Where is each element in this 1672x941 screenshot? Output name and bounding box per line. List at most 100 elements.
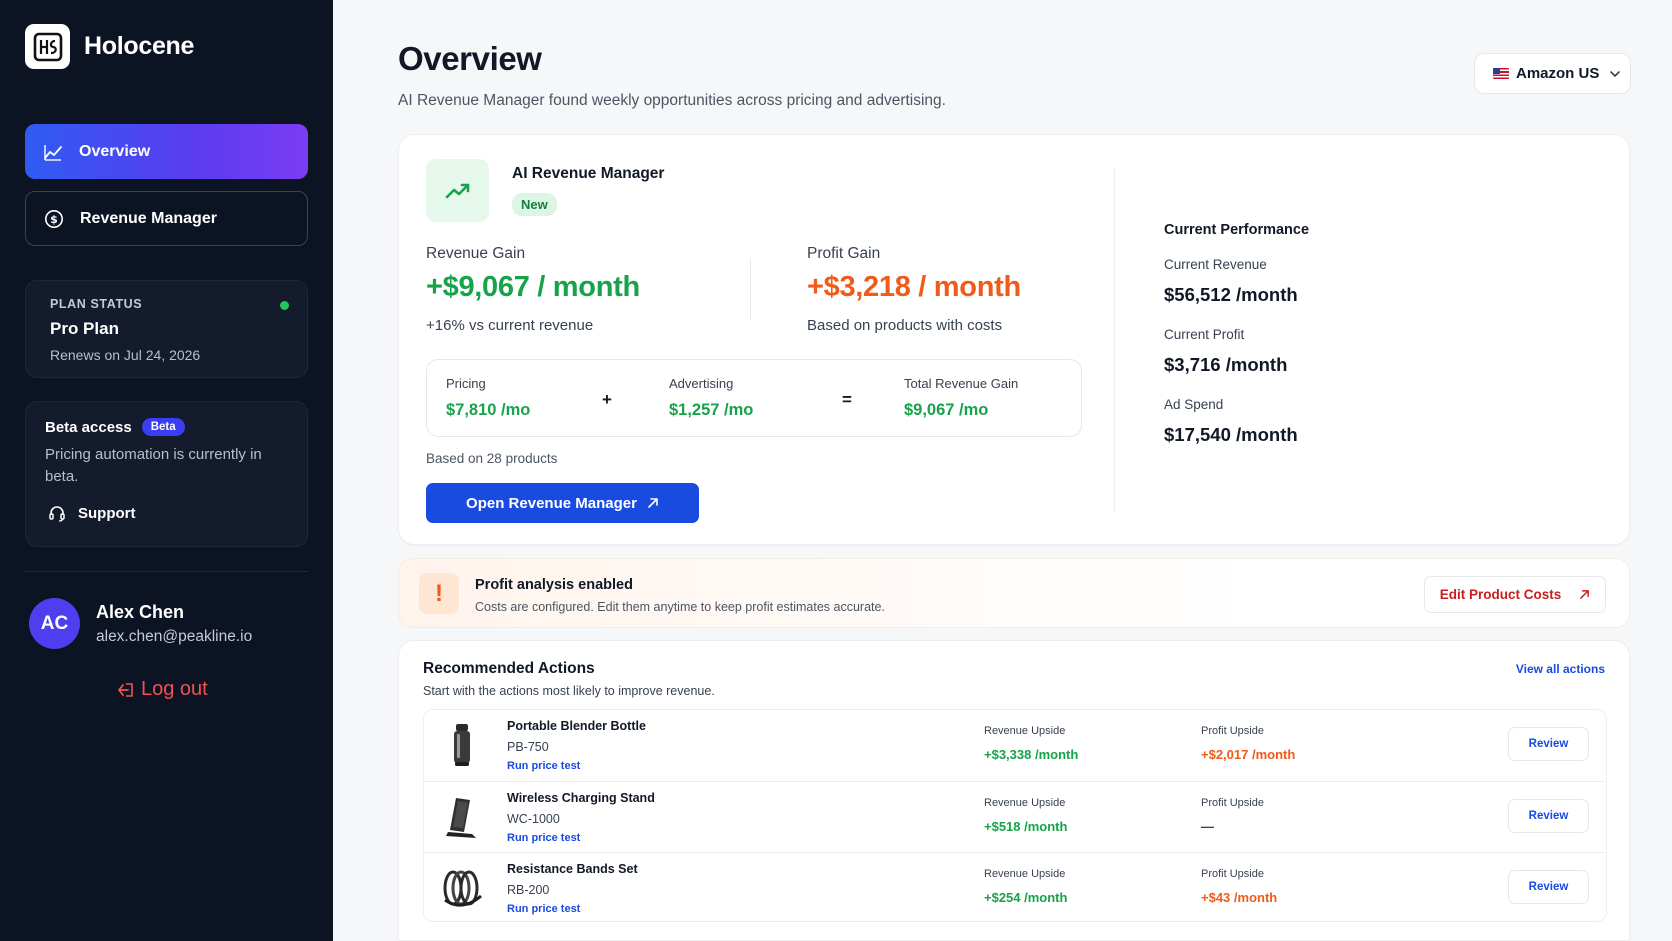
revenue-gain-value: +$9,067 / month <box>426 271 640 303</box>
logout-label: Log out <box>141 678 208 700</box>
open-revenue-manager-button[interactable]: Open Revenue Manager <box>426 483 699 523</box>
product-name: Resistance Bands Set <box>507 862 638 876</box>
plan-name: Pro Plan <box>50 319 119 338</box>
sidebar-item-label: Revenue Manager <box>80 209 217 227</box>
review-button[interactable]: Review <box>1508 727 1589 761</box>
profit-upside-label: Profit Upside <box>1201 797 1264 809</box>
revenue-manager-card: AI Revenue Manager New Revenue Gain +$9,… <box>398 134 1630 545</box>
profit-upside-label: Profit Upside <box>1201 725 1264 737</box>
marketplace-select[interactable]: Amazon US <box>1474 53 1631 94</box>
profit-analysis-banner: ! Profit analysis enabled Costs are conf… <box>398 558 1630 628</box>
profit-analysis-subtitle: Costs are configured. Edit them anytime … <box>475 600 885 614</box>
beta-description: Pricing automation is currently in beta. <box>45 446 262 485</box>
recommended-actions-card: Recommended Actions Start with the actio… <box>398 640 1630 941</box>
page-title: Overview <box>398 40 542 77</box>
sidebar: Holocene Overview $ Revenue Manager PLAN… <box>0 0 333 941</box>
holocene-logo-icon <box>25 24 70 69</box>
trend-chart-icon <box>44 144 62 161</box>
revenue-upside-value: +$3,338 /month <box>984 747 1079 762</box>
blender-bottle-image <box>438 721 486 769</box>
ad-spend-label: Ad Spend <box>1164 397 1224 412</box>
sidebar-item-label: Overview <box>79 142 151 160</box>
dollar-circle-icon: $ <box>45 209 63 228</box>
view-all-actions-link[interactable]: View all actions <box>1516 662 1605 676</box>
product-name: Wireless Charging Stand <box>507 791 655 805</box>
review-button[interactable]: Review <box>1508 799 1589 833</box>
support-label: Support <box>78 504 136 522</box>
total-gain-label: Total Revenue Gain <box>904 376 1019 391</box>
revenue-upside-value: +$518 /month <box>984 819 1068 834</box>
run-price-test-link[interactable]: Run price test <box>507 760 580 772</box>
beta-access-title: Beta access <box>45 418 132 436</box>
sidebar-item-revenue-manager[interactable]: $ Revenue Manager <box>25 191 308 246</box>
revenue-upside-label: Revenue Upside <box>984 725 1066 737</box>
run-price-test-link[interactable]: Run price test <box>507 903 580 915</box>
sidebar-item-overview[interactable]: Overview <box>25 124 308 179</box>
svg-text:$: $ <box>50 213 58 226</box>
current-profit-value: $3,716 /month <box>1164 354 1288 375</box>
trend-up-icon <box>426 159 489 222</box>
profit-upside-value: +$2,017 /month <box>1201 747 1296 762</box>
revenue-upside-value: +$254 /month <box>984 890 1068 905</box>
profit-gain-label: Profit Gain <box>807 245 881 262</box>
exclamation-icon: ! <box>419 573 459 614</box>
pricing-value: $7,810 /mo <box>446 401 531 419</box>
plus-sign: + <box>602 390 612 409</box>
logout-button[interactable]: Log out <box>117 678 208 701</box>
profit-upside-label: Profit Upside <box>1201 868 1264 880</box>
product-name: Portable Blender Bottle <box>507 719 646 733</box>
external-arrow-icon <box>1580 590 1590 599</box>
gain-divider <box>750 259 751 319</box>
total-gain-value: $9,067 /mo <box>904 401 989 419</box>
run-price-test-link[interactable]: Run price test <box>507 832 580 844</box>
advertising-value: $1,257 /mo <box>669 401 754 419</box>
support-link[interactable]: Support <box>45 504 307 522</box>
revenue-breakdown: Pricing $7,810 /mo + Advertising $1,257 … <box>426 359 1082 437</box>
product-sku: RB-200 <box>507 883 550 897</box>
new-badge: New <box>512 193 557 216</box>
card-divider <box>1114 167 1115 513</box>
plan-status-card: PLAN STATUS Pro Plan Renews on Jul 24, 2… <box>25 280 308 378</box>
advertising-label: Advertising <box>669 376 734 391</box>
marketplace-label: Amazon US <box>1516 65 1600 82</box>
headset-icon <box>49 506 65 522</box>
product-sku: WC-1000 <box>507 812 560 826</box>
profit-upside-value: — <box>1201 819 1214 834</box>
chevron-down-icon <box>1610 71 1620 78</box>
profit-upside-value: +$43 /month <box>1201 890 1278 905</box>
brand[interactable]: Holocene <box>25 24 194 69</box>
brand-name: Holocene <box>84 32 195 60</box>
current-revenue-label: Current Revenue <box>1164 257 1267 272</box>
beta-access-card: Beta access Beta Pricing automation is c… <box>25 401 308 547</box>
avatar: AC <box>29 598 80 649</box>
revenue-gain-label: Revenue Gain <box>426 245 526 262</box>
sidebar-divider <box>25 571 308 572</box>
pricing-label: Pricing <box>446 376 486 391</box>
beta-badge: Beta <box>141 418 185 436</box>
page-subtitle: AI Revenue Manager found weekly opportun… <box>398 92 946 109</box>
review-button[interactable]: Review <box>1508 870 1589 904</box>
edit-product-costs-label: Edit Product Costs <box>1439 587 1562 602</box>
logout-arrow-icon <box>118 682 133 697</box>
open-revenue-manager-label: Open Revenue Manager <box>466 494 637 512</box>
charging-stand-image <box>438 793 486 841</box>
revenue-manager-title: AI Revenue Manager <box>512 165 665 182</box>
current-profit-label: Current Profit <box>1164 327 1245 342</box>
revenue-upside-label: Revenue Upside <box>984 868 1066 880</box>
table-row: Wireless Charging Stand WC-1000 Run pric… <box>424 781 1606 852</box>
profit-gain-note: Based on products with costs <box>807 317 1003 334</box>
ad-spend-value: $17,540 /month <box>1164 424 1298 445</box>
table-row: Resistance Bands Set RB-200 Run price te… <box>424 852 1606 921</box>
resistance-bands-image <box>438 864 486 912</box>
user-profile[interactable]: AC Alex Chen alex.chen@peakline.io <box>29 598 252 649</box>
actions-list: Portable Blender Bottle PB-750 Run price… <box>423 709 1607 922</box>
us-flag-icon <box>1493 68 1509 79</box>
product-sku: PB-750 <box>507 740 549 754</box>
profit-analysis-title: Profit analysis enabled <box>475 577 633 593</box>
equals-sign: = <box>842 390 852 409</box>
current-revenue-value: $56,512 /month <box>1164 284 1298 305</box>
plan-renewal-date: Renews on Jul 24, 2026 <box>50 347 201 363</box>
user-name: Alex Chen <box>96 601 185 622</box>
edit-product-costs-button[interactable]: Edit Product Costs <box>1424 576 1606 613</box>
profit-gain-value: +$3,218 / month <box>807 271 1021 303</box>
